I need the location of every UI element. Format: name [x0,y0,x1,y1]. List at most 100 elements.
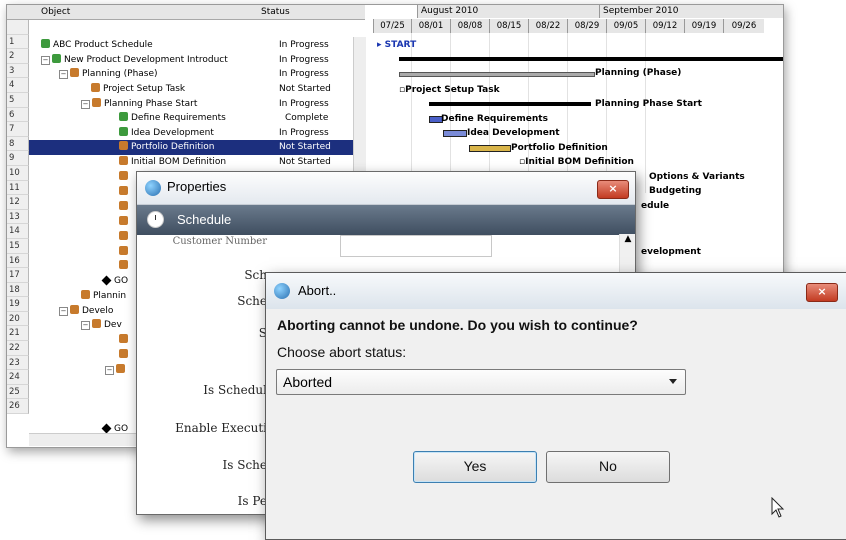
tree-row[interactable]: Idea Development In Progress [29,126,365,141]
tree-row[interactable] [29,333,139,348]
close-button[interactable]: × [597,180,629,199]
summary-bar[interactable] [399,57,783,61]
task-icon [91,83,100,92]
row-number: 12 [7,195,29,210]
tree-row[interactable]: − Planning Phase Start In Progress [29,97,365,112]
selected-status: Aborted [283,374,333,390]
row-number: 25 [7,384,29,400]
row-label: GO [114,276,129,286]
abort-status-label: Choose abort status: [277,344,407,360]
gantt-label: Planning Phase Start [595,99,702,109]
tree-row[interactable]: ABC Product Schedule In Progress [29,38,365,53]
milestone-icon [101,423,112,434]
week-header: 07/25 [373,19,411,33]
row-number: 3 [7,63,29,79]
collapse-toggle-icon[interactable]: − [81,321,90,330]
row-number: 26 [7,399,29,415]
row-number: 14 [7,224,29,239]
tree-row[interactable]: Project Setup Task Not Started [29,82,365,97]
tree-row[interactable] [29,348,139,363]
row-status: In Progress [279,69,329,79]
task-bar[interactable] [443,130,467,137]
collapse-toggle-icon[interactable]: − [41,56,50,65]
tree-row[interactable] [29,259,139,274]
task-icon [119,216,128,225]
task-icon [119,201,128,210]
no-button[interactable]: No [546,451,670,483]
tree-row[interactable] [29,200,139,215]
grid-header: Object Status [7,5,365,20]
tree-row[interactable] [29,185,139,200]
property-label: Is Pe [237,494,267,508]
customer-number-field[interactable] [340,235,492,257]
close-button[interactable]: × [806,283,838,302]
schedule-icon [41,39,50,48]
abort-status-select[interactable]: Aborted [276,369,686,395]
tree-row[interactable]: − Dev [29,318,139,333]
property-label: Is Sche [222,458,267,472]
property-label: Sche [237,294,267,308]
gantt-label: ▫Initial BOM Definition [519,157,634,167]
object-column-header[interactable]: Object [41,7,70,17]
tree-row[interactable]: Plannin [29,289,139,304]
week-header: 09/05 [606,19,645,33]
property-label: Enable Executi [175,421,267,435]
row-number: 9 [7,151,29,166]
task-icon [119,349,128,358]
task-icon [119,127,128,136]
row-number: 10 [7,165,29,181]
collapse-toggle-icon[interactable]: − [81,100,90,109]
abort-title-bar[interactable]: Abort.. × [266,273,846,309]
week-header: 08/01 [411,19,450,33]
phase-icon [70,68,79,77]
tree-row[interactable]: Define Requirements Complete [29,111,365,126]
summary-bar[interactable] [429,102,591,106]
task-icon [116,364,125,373]
completed-task-icon [119,112,128,121]
task-bar[interactable] [469,145,511,152]
chevron-down-icon [669,379,677,384]
tree-row[interactable]: − Planning (Phase) In Progress [29,67,365,82]
status-column-header[interactable]: Status [261,7,290,17]
task-icon [119,186,128,195]
row-label: New Product Development Introduct [64,55,228,65]
collapse-toggle-icon[interactable]: − [59,70,68,79]
abort-message: Aborting cannot be undone. Do you wish t… [277,317,638,333]
tree-row[interactable]: GO [29,274,139,289]
abort-dialog: Abort.. × Aborting cannot be undone. Do … [265,272,846,540]
phase-icon [81,290,90,299]
tree-row[interactable] [29,245,139,260]
collapse-toggle-icon[interactable]: − [59,307,68,316]
row-status: Not Started [279,142,331,152]
task-icon [119,171,128,180]
row-number: 7 [7,122,29,137]
tree-row[interactable] [29,215,139,230]
gantt-label: Portfolio Definition [511,143,608,153]
row-number: 11 [7,180,29,196]
tree-row[interactable]: − Develo [29,304,139,319]
tree-row[interactable]: − New Product Development Introduct In Pr… [29,53,365,68]
row-label: ABC Product Schedule [53,40,153,50]
gantt-label: Budgeting [649,186,702,196]
yes-button[interactable]: Yes [413,451,537,483]
collapse-toggle-icon[interactable]: − [105,366,114,375]
tree-row[interactable]: − [29,363,139,378]
phase-icon [70,305,79,314]
tree-row[interactable] [29,170,139,185]
row-label: Portfolio Definition [131,142,215,152]
tree-row-selected[interactable]: Portfolio Definition Not Started [29,140,365,155]
phase-bar[interactable] [399,72,595,77]
task-icon [119,156,128,165]
row-status: In Progress [279,55,329,65]
gantt-label: ▫Project Setup Task [399,85,500,95]
gantt-label: Idea Development [467,128,560,138]
gantt-label: Planning (Phase) [595,68,682,78]
row-number: 2 [7,49,29,64]
row-label: Initial BOM Definition [131,157,227,167]
app-icon [274,283,290,299]
row-status: In Progress [279,40,329,50]
tree-row[interactable]: Initial BOM Definition Not Started [29,155,365,170]
row-label: Dev [104,320,122,330]
row-status: Not Started [279,157,331,167]
tree-row[interactable] [29,230,139,245]
